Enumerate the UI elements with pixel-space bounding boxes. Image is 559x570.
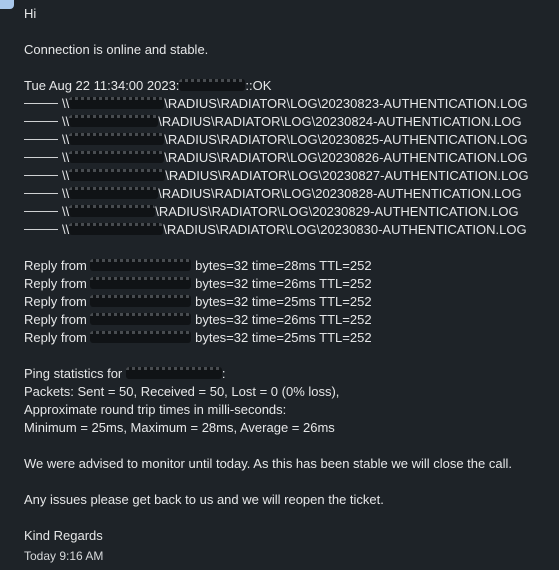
reply-prefix: Reply from bbox=[24, 330, 87, 345]
log-path: \RADIUS\RADIATOR\LOG\20230828-AUTHENTICA… bbox=[158, 186, 522, 201]
log-prefix: \\ bbox=[62, 186, 70, 201]
check-line: Tue Aug 22 11:34:00 2023:::OK bbox=[24, 77, 554, 95]
reply-line: Reply from bytes=32 time=25ms TTL=252 bbox=[24, 293, 554, 311]
log-path: \RADIUS\RADIATOR\LOG\20230824-AUTHENTICA… bbox=[158, 114, 522, 129]
redacted-block bbox=[90, 277, 192, 289]
log-line: \\ \RADIUS\RADIATOR\LOG\20230823-AUTHENTI… bbox=[24, 95, 554, 113]
redacted-block bbox=[69, 223, 164, 235]
redacted-block bbox=[90, 295, 192, 307]
log-line: \\ \RADIUS\RADIATOR\LOG\20230825-AUTHENTI… bbox=[24, 131, 554, 149]
redacted-block bbox=[179, 79, 246, 91]
redacted-block bbox=[69, 115, 159, 127]
log-prefix: \\ bbox=[62, 96, 70, 111]
redacted-block bbox=[69, 169, 166, 181]
reply-line: Reply from bytes=32 time=25ms TTL=252 bbox=[24, 329, 554, 347]
log-prefix: \\ bbox=[62, 222, 70, 237]
approx-text: Approximate round trip times in milli-se… bbox=[24, 402, 287, 417]
log-path: \RADIUS\RADIATOR\LOG\20230827-AUTHENTICA… bbox=[165, 168, 529, 183]
dash-rule bbox=[24, 175, 58, 176]
redacted-block bbox=[69, 97, 165, 109]
reply-prefix: Reply from bbox=[24, 294, 87, 309]
log-path: \RADIUS\RADIATOR\LOG\20230825-AUTHENTICA… bbox=[164, 132, 528, 147]
reply-stats: bytes=32 time=26ms TTL=252 bbox=[195, 312, 372, 327]
redacted-block bbox=[69, 133, 165, 145]
dash-rule bbox=[24, 121, 58, 122]
log-prefix: \\ bbox=[62, 132, 70, 147]
dash-rule bbox=[24, 103, 58, 104]
reply-line: Reply from bytes=32 time=26ms TTL=252 bbox=[24, 311, 554, 329]
redacted-block bbox=[69, 151, 165, 163]
avatar bbox=[0, 0, 14, 9]
log-prefix: \\ bbox=[62, 150, 70, 165]
ping-stats-prefix: Ping statistics for bbox=[24, 366, 123, 381]
reply-stats: bytes=32 time=25ms TTL=252 bbox=[195, 294, 372, 309]
reply-prefix: Reply from bbox=[24, 276, 87, 291]
redacted-block bbox=[125, 367, 222, 379]
dash-rule bbox=[24, 157, 58, 158]
log-line: \\ \RADIUS\RADIATOR\LOG\20230828-AUTHENTI… bbox=[24, 185, 554, 203]
log-line: \\ \RADIUS\RADIATOR\LOG\20230827-AUTHENTI… bbox=[24, 167, 554, 185]
dash-rule bbox=[24, 193, 58, 194]
redacted-block bbox=[90, 259, 192, 271]
redacted-block bbox=[69, 187, 159, 199]
reply-prefix: Reply from bbox=[24, 312, 87, 327]
log-list: \\ \RADIUS\RADIATOR\LOG\20230823-AUTHENTI… bbox=[24, 95, 554, 239]
ping-stats-line: Ping statistics for : bbox=[24, 365, 554, 383]
chat-message: Hi Connection is online and stable. Tue … bbox=[24, 5, 554, 563]
greeting-text: Hi bbox=[24, 6, 37, 21]
status-text: Connection is online and stable. bbox=[24, 42, 209, 57]
ping-stats-suffix: : bbox=[221, 366, 226, 381]
log-path: \RADIUS\RADIATOR\LOG\20230829-AUTHENTICA… bbox=[155, 204, 519, 219]
reply-line: Reply from bytes=32 time=28ms TTL=252 bbox=[24, 257, 554, 275]
check-prefix: Tue Aug 22 11:34:00 2023: bbox=[24, 78, 180, 93]
log-line: \\ \RADIUS\RADIATOR\LOG\20230824-AUTHENTI… bbox=[24, 113, 554, 131]
log-line: \\ \RADIUS\RADIATOR\LOG\20230829-AUTHENTI… bbox=[24, 203, 554, 221]
reply-prefix: Reply from bbox=[24, 258, 87, 273]
advised-text: We were advised to monitor until today. … bbox=[24, 456, 512, 471]
dash-rule bbox=[24, 229, 58, 230]
dash-rule bbox=[24, 139, 58, 140]
reply-stats: bytes=32 time=26ms TTL=252 bbox=[195, 276, 372, 291]
log-path: \RADIUS\RADIATOR\LOG\20230826-AUTHENTICA… bbox=[164, 150, 528, 165]
reply-list: Reply from bytes=32 time=28ms TTL=252 Rep… bbox=[24, 257, 554, 347]
minmax-text: Minimum = 25ms, Maximum = 28ms, Average … bbox=[24, 420, 335, 435]
message-timestamp: Today 9:16 AM bbox=[24, 549, 104, 563]
reply-line: Reply from bytes=32 time=26ms TTL=252 bbox=[24, 275, 554, 293]
redacted-block bbox=[90, 313, 192, 325]
log-prefix: \\ bbox=[62, 204, 70, 219]
dash-rule bbox=[24, 211, 58, 212]
redacted-block bbox=[69, 205, 156, 217]
check-suffix: ::OK bbox=[245, 78, 272, 93]
log-prefix: \\ bbox=[62, 114, 70, 129]
log-line: \\ \RADIUS\RADIATOR\LOG\20230830-AUTHENTI… bbox=[24, 221, 554, 239]
signoff-text: Kind Regards bbox=[24, 528, 103, 543]
log-path: \RADIUS\RADIATOR\LOG\20230823-AUTHENTICA… bbox=[164, 96, 528, 111]
log-path: \RADIUS\RADIATOR\LOG\20230830-AUTHENTICA… bbox=[163, 222, 527, 237]
log-prefix: \\ bbox=[62, 168, 70, 183]
reply-stats: bytes=32 time=28ms TTL=252 bbox=[195, 258, 372, 273]
issues-text: Any issues please get back to us and we … bbox=[24, 492, 384, 507]
redacted-block bbox=[90, 331, 192, 343]
log-line: \\ \RADIUS\RADIATOR\LOG\20230826-AUTHENTI… bbox=[24, 149, 554, 167]
packets-text: Packets: Sent = 50, Received = 50, Lost … bbox=[24, 384, 340, 399]
reply-stats: bytes=32 time=25ms TTL=252 bbox=[195, 330, 372, 345]
